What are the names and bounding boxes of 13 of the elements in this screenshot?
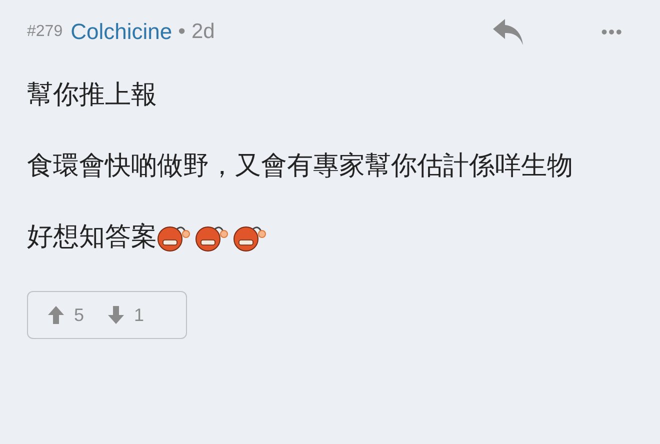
post-age: 2d (191, 20, 215, 44)
reply-icon[interactable] (491, 17, 526, 47)
post-number: #279 (27, 23, 63, 41)
post-text: 食環會快啲做野，又會有專家幫你估計係咩生物 (27, 150, 573, 183)
arrow-down-icon (108, 306, 124, 324)
more-options-button[interactable]: ••• (601, 22, 623, 42)
post-text: 好想知答案 (27, 221, 157, 254)
post-text: 幫你推上報 (27, 79, 157, 112)
downvote-button[interactable]: 1 (108, 304, 144, 326)
upvote-button[interactable]: 5 (48, 304, 84, 326)
separator-dot: • (178, 20, 186, 44)
arrow-up-icon (48, 306, 64, 324)
author-link[interactable]: Colchicine (70, 19, 172, 45)
